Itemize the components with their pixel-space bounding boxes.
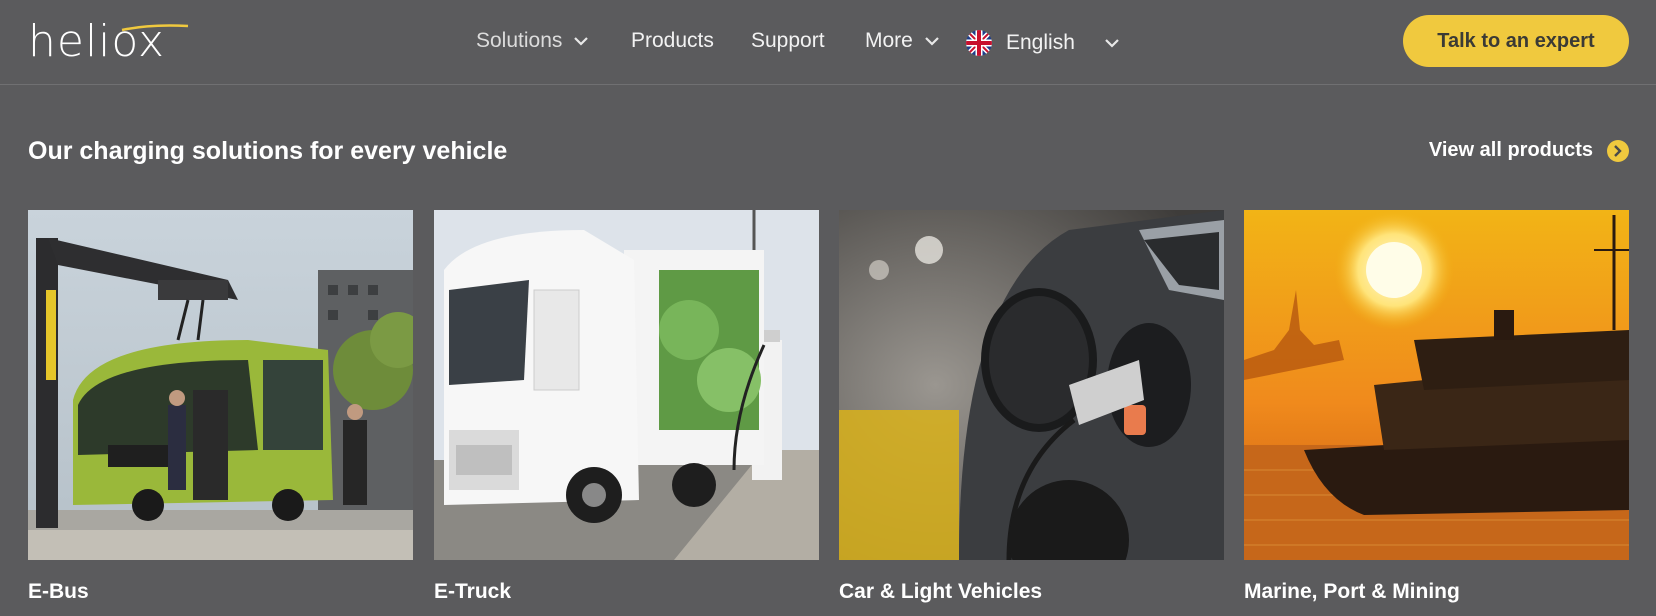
chevron-down-icon [1105,38,1119,48]
nav-support[interactable]: Support [751,26,825,56]
uk-flag-icon [966,30,992,56]
nav-products[interactable]: Products [631,26,714,56]
language-label: English [1006,31,1075,54]
nav-more[interactable]: More [865,26,939,56]
e-bus-image [28,210,413,560]
view-all-label: View all products [1428,139,1593,161]
e-truck-image [434,210,819,560]
product-card-car-light-vehicles[interactable]: Car & Light Vehicles [839,210,1224,604]
arrow-right-circle-icon [1607,139,1629,162]
marine-ferry-image [1244,210,1629,560]
heliox-logo[interactable]: heliox [28,18,189,66]
nav-solutions[interactable]: Solutions [476,26,589,56]
site-header: heliox Solutions Products Support More E… [0,0,1656,85]
product-card-e-truck[interactable]: E-Truck [434,210,819,604]
view-all-products-link[interactable]: View all products [1429,139,1629,162]
language-selector[interactable]: English [966,28,1119,58]
card-label: E-Bus [28,580,89,603]
chevron-down-icon [574,36,589,46]
nav-products-label: Products [631,29,714,52]
nav-solutions-label: Solutions [476,29,563,52]
nav-more-label: More [865,29,913,52]
product-card-e-bus[interactable]: E-Bus [28,210,413,604]
talk-to-expert-button[interactable]: Talk to an expert [1403,15,1629,67]
car-charging-image [839,210,1224,560]
nav-support-label: Support [751,29,825,52]
chevron-down-icon [925,36,939,46]
product-card-marine-port-mining[interactable]: Marine, Port & Mining [1244,210,1629,604]
card-label: Marine, Port & Mining [1244,580,1460,603]
section-title: Our charging solutions for every vehicle [28,137,508,165]
card-label: Car & Light Vehicles [839,580,1043,603]
card-label: E-Truck [434,580,512,603]
logo-swoosh-icon [121,24,189,32]
